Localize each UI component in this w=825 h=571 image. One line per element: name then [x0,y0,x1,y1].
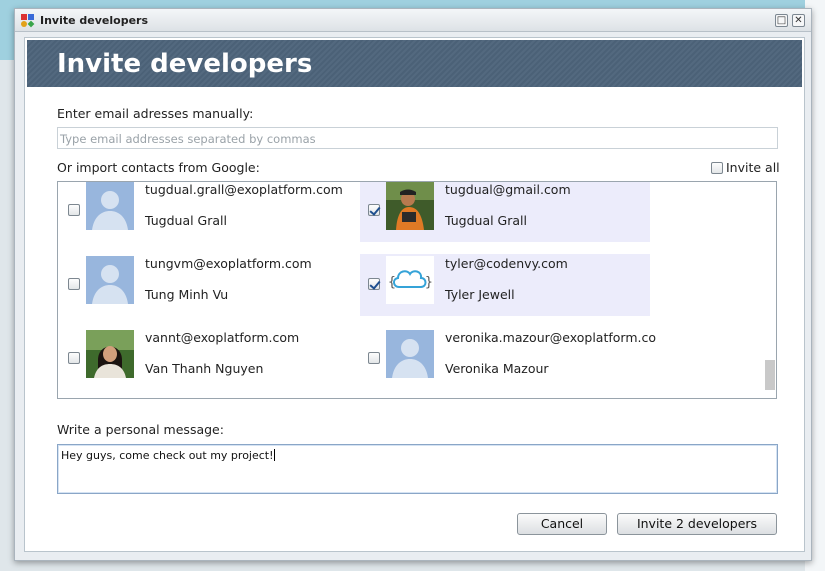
dialog-title: Invite developers [57,49,313,79]
window-titlebar[interactable]: Invite developers □ ✕ [15,9,811,32]
personal-message-field[interactable]: Hey guys, come check out my project! [57,444,778,494]
invite-developers-button[interactable]: Invite 2 developers [617,513,777,535]
contact-checkbox[interactable] [68,204,80,216]
text-caret [273,449,275,461]
contact-item[interactable]: veronika.mazour@exoplatform.co Veronika … [360,328,656,390]
invite-dialog: Invite developers Enter email adresses m… [24,37,805,552]
contact-email: tugdual.grall@exoplatform.com [145,182,343,197]
invite-developers-window: Invite developers □ ✕ Invite developers … [14,8,812,561]
app-icon [21,14,35,28]
contact-checkbox[interactable] [68,352,80,364]
message-label: Write a personal message: [57,422,224,437]
contact-email: veronika.mazour@exoplatform.co [445,330,656,345]
svg-text:}: } [425,275,433,290]
invite-all-toggle[interactable]: Invite all [711,160,780,175]
contact-item[interactable]: tungvm@exoplatform.com Tung Minh Vu [60,254,350,316]
contact-name: Tung Minh Vu [145,287,229,302]
contact-name: Veronika Mazour [445,361,549,376]
contact-photo [86,330,134,378]
invite-all-label: Invite all [726,160,780,175]
contact-item[interactable]: vannt@exoplatform.com Van Thanh Nguyen [60,328,350,390]
email-input[interactable]: Type email addresses separated by commas [57,127,778,149]
contact-item[interactable]: tugdual.grall@exoplatform.com Tugdual Gr… [60,182,350,242]
contact-item[interactable]: tugdual@gmail.com Tugdual Grall [360,182,650,242]
close-button[interactable]: ✕ [792,14,805,27]
manual-email-label: Enter email adresses manually: [57,106,254,121]
window-title: Invite developers [40,14,149,27]
contact-name: Tugdual Grall [445,213,527,228]
default-person-icon [386,330,434,378]
contacts-scrollbar[interactable] [763,182,775,398]
scrollbar-thumb[interactable] [765,360,775,390]
contact-email: tyler@codenvy.com [445,256,568,271]
contact-email: vannt@exoplatform.com [145,330,300,345]
contact-item[interactable]: {} tyler@codenvy.com Tyler Jewell [360,254,650,316]
svg-text:{: { [388,275,396,290]
contact-name: Tugdual Grall [145,213,227,228]
contact-email: tungvm@exoplatform.com [145,256,312,271]
codenvy-cloud-logo: {} [386,256,434,304]
contacts-list[interactable]: tugdual.grall@exoplatform.com Tugdual Gr… [57,181,777,399]
cancel-button[interactable]: Cancel [517,513,607,535]
maximize-button[interactable]: □ [775,14,788,27]
google-import-label: Or import contacts from Google: [57,160,260,175]
contact-email: tugdual@gmail.com [445,182,571,197]
contact-name: Tyler Jewell [445,287,515,302]
contact-checkbox[interactable] [368,352,380,364]
message-text: Hey guys, come check out my project! [61,449,274,462]
contact-checkbox[interactable] [368,204,380,216]
default-person-icon [86,182,134,230]
default-person-icon [86,256,134,304]
invite-all-checkbox[interactable] [711,161,723,174]
contact-checkbox[interactable] [68,278,80,290]
dialog-header: Invite developers [27,40,802,87]
contact-checkbox[interactable] [368,278,380,290]
contact-photo [386,182,434,230]
contact-name: Van Thanh Nguyen [145,361,264,376]
